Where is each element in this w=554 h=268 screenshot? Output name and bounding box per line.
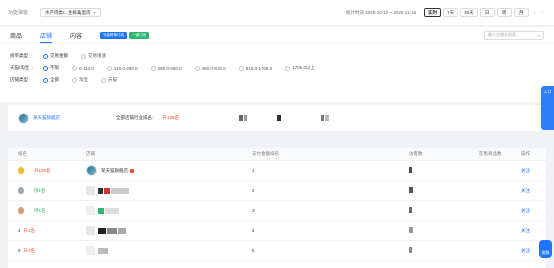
rank-label: 全部店铺行业排名： [116,115,157,120]
chat-float-button[interactable]: 客服 [539,240,552,258]
table-row: 升125名 某天猫旗舰店 1 关注 [8,161,546,181]
help-icon: ⓘ [30,65,35,70]
table-row: 4 升1名 4 关注 [8,221,546,241]
follow-button[interactable]: 关注 [521,228,546,234]
rank-value: 升125名 [162,115,180,120]
helper-label: 入口 [543,89,552,94]
filter-option[interactable]: 1705.0以上 [285,65,315,71]
col-visitors: 访客数 [409,151,423,156]
category-select[interactable]: 水产肉类/...生鲜禽蛋肉 ▾ [40,8,101,17]
chat-label: 客服 [541,250,550,255]
shop-name[interactable]: 某天猫旗舰店 [101,168,128,174]
helper-float-button[interactable]: 入口 [541,86,554,130]
col-rank: 排名 [18,151,27,156]
filter-label: 榜单类型ⓘ [10,53,33,58]
range-month[interactable]: 月 [513,8,529,17]
shop-thumb [86,206,95,215]
range-7d[interactable]: 7天 [443,8,459,17]
shop-name[interactable]: 某天猫旗舰店 [33,115,60,121]
rank-number: 4 [18,228,21,233]
rank-change: 升3名 [23,247,36,253]
search-icon: ⌕ [537,32,540,38]
col-shop: 店铺 [86,151,95,156]
col-items: 在售商品数 [479,151,502,156]
filter-option[interactable]: 110.0-280.0 [106,65,138,71]
follow-button[interactable]: 关注 [521,168,546,174]
shop-thumb [86,186,95,195]
filter-panel: 榜单类型ⓘ 交易金额 交易增速 天猫/淘宝ⓘ 不限 0-110.0 110.0-… [0,44,554,102]
help-icon: ⓘ [29,53,33,58]
filter-option[interactable]: 交易金额 [43,53,68,59]
filter-row-price: 天猫/淘宝ⓘ 不限 0-110.0 110.0-280.0 280.0-460.… [10,62,544,74]
filter-option[interactable]: 全部 [43,77,59,83]
tab-bar: 商品 店铺 内容 流量榜单订阅 一键订阅 输入店铺名搜索 ⌕ [0,27,554,43]
table-row: 5 升3名 5 关注 [8,241,546,261]
shop-search-input[interactable]: 输入店铺名搜索 ⌕ [484,30,544,40]
filter-row-shop-type: 店铺类型 全部 淘宝 天猫 [10,74,544,86]
masked-metrics [239,115,330,121]
filter-option[interactable]: 0-110.0 [72,65,94,71]
subscribe-list-button[interactable]: 流量榜单订阅 [100,31,128,39]
top-bar: 功能弹窗 水产肉类/...生鲜禽蛋肉 ▾ 统计时间 2025-10-10 ~ 2… [0,0,554,26]
filter-label: 天猫/淘宝ⓘ [10,65,35,70]
rank-change: 升1名 [23,227,36,233]
shop-thumb [86,246,95,255]
one-click-subscribe-button[interactable]: 一键订阅 [129,31,150,39]
filter-option[interactable]: 天猫 [101,77,117,83]
pay-rank: 1 [252,168,255,173]
breadcrumb[interactable]: 功能弹窗 [8,9,28,16]
my-shop-summary: 某天猫旗舰店 全部店铺行业排名： 升125名 [8,105,546,131]
filter-option[interactable]: 交易增速 [81,53,106,59]
shop-avatar [86,165,97,176]
tab-shop[interactable]: 店铺 [40,27,53,43]
bronze-medal-icon [18,207,24,214]
rank-change: 持1名 [34,187,46,193]
page: 功能弹窗 水产肉类/...生鲜禽蛋肉 ▾ 统计时间 2025-10-10 ~ 2… [0,0,554,268]
tab-goods[interactable]: 商品 [10,27,22,43]
filter-option[interactable]: 不限 [43,65,59,71]
rank-number: 5 [18,248,21,253]
pay-rank: 5 [252,248,255,253]
filter-option[interactable]: 460.0-815.0 [194,65,226,71]
rank-change: 持1名 [34,207,46,213]
range-week[interactable]: 周 [496,8,512,17]
pay-rank: 3 [252,208,255,213]
rank-change: 升125名 [34,167,51,173]
ranking-table: 排名 店铺 支付金额排名 访客数 在售商品数 操作 升125名 某天猫旗舰店 1… [8,148,546,268]
col-pay-rank: 支付金额排名 [252,151,279,156]
category-value: 水产肉类/...生鲜禽蛋肉 [45,9,91,15]
filter-option[interactable]: 815.0-1705.0 [238,65,272,71]
col-op: 操作 [521,151,530,156]
table-row: 持1名 2 关注 [8,181,546,201]
tab-content[interactable]: 内容 [70,27,82,43]
shop-avatar [18,112,29,124]
shop-badge-icon [130,168,134,173]
range-30d[interactable]: 30天 [460,8,478,17]
range-realtime[interactable]: 实时 [424,8,442,17]
chevron-down-icon: ▾ [93,10,96,15]
follow-button[interactable]: 关注 [521,188,546,194]
filter-option[interactable]: 280.0-460.0 [150,65,182,71]
shop-thumb [86,226,95,235]
pay-rank: 2 [252,188,255,193]
pay-rank: 4 [252,228,255,233]
follow-button[interactable]: 关注 [521,208,546,214]
next-arrow-icon[interactable]: › [541,10,543,16]
silver-medal-icon [18,187,24,194]
table-header: 排名 店铺 支付金额排名 访客数 在售商品数 操作 [8,148,546,161]
gold-medal-icon [18,167,24,174]
stat-time: 统计时间 2025-10-10 ~ 2025-11-16 [346,9,417,15]
search-placeholder: 输入店铺名搜索 [488,32,516,37]
range-day[interactable]: 日 [479,8,495,17]
filter-option[interactable]: 淘宝 [72,77,88,83]
filter-label: 店铺类型 [10,77,28,82]
prev-arrow-icon[interactable]: ‹ [534,10,536,16]
filter-row-list-type: 榜单类型ⓘ 交易金额 交易增速 [10,50,544,62]
table-row: 持1名 3 关注 [8,201,546,221]
